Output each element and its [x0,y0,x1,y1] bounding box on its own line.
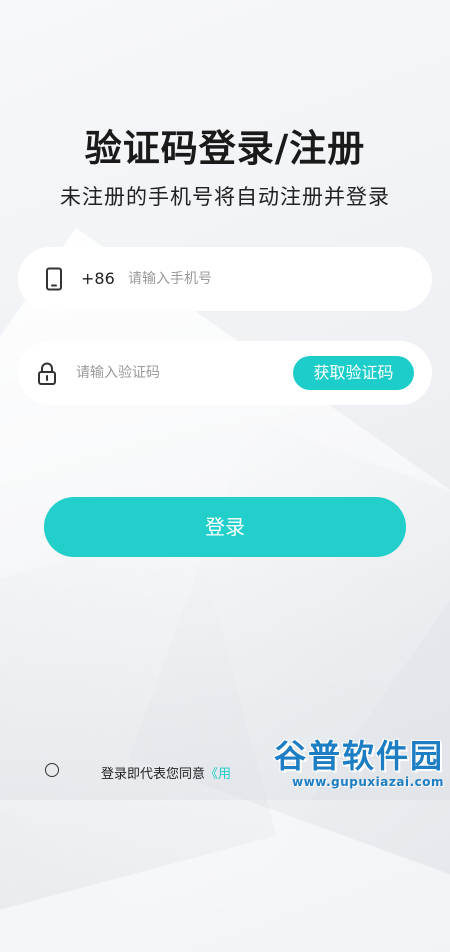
watermark-title: 谷普软件园 [273,737,444,775]
agreement-radio[interactable] [45,763,59,777]
watermark-url: www.gupuxiazai.com [292,775,444,789]
background-shape [0,227,450,952]
background-shape [0,526,277,914]
login-button[interactable]: 登录 [44,497,406,557]
phone-icon [46,267,62,291]
code-input[interactable] [76,359,276,387]
watermark: 谷普软件园 www.gupuxiazai.com [247,738,450,800]
country-code[interactable]: +86 [81,269,115,288]
get-code-button[interactable]: 获取验证码 [293,356,414,390]
agreement-link[interactable]: 《用 [205,767,231,782]
agreement-text: 登录即代表您同意《用 [101,763,231,782]
phone-field[interactable]: +86 [18,247,432,311]
lock-icon [38,362,56,385]
code-field[interactable]: 获取验证码 [18,341,432,405]
agreement-prefix: 登录即代表您同意 [101,767,206,782]
page-title: 验证码登录/注册 [84,127,366,170]
page-subtitle: 未注册的手机号将自动注册并登录 [60,185,390,209]
background-shape [129,419,450,881]
phone-input[interactable] [128,265,408,293]
